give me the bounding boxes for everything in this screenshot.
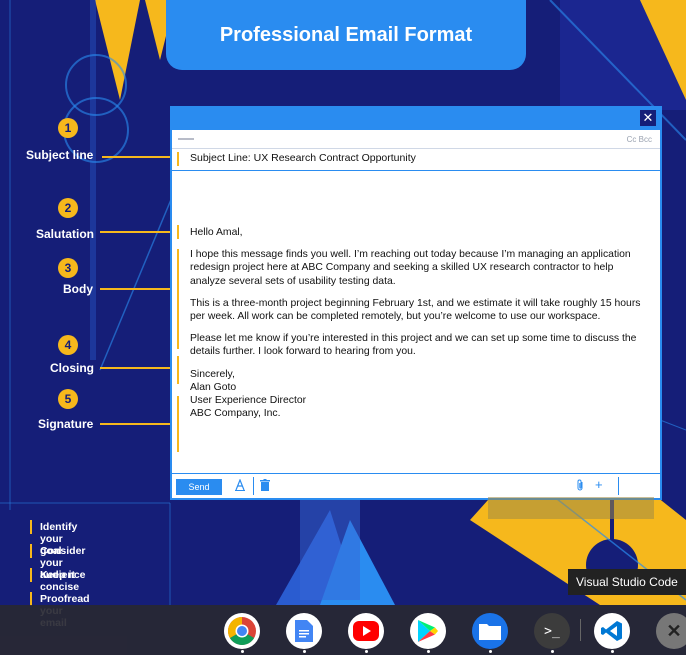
connector-subject bbox=[102, 156, 174, 158]
section-label-body: Body bbox=[63, 282, 93, 296]
signature-line: ABC Company, Inc. bbox=[190, 408, 281, 420]
taskbar: >_ ✕ bbox=[0, 605, 686, 655]
chrome-icon[interactable] bbox=[224, 613, 260, 653]
subject-field[interactable]: Subject Line: UX Research Contract Oppor… bbox=[172, 148, 660, 171]
section-label-signature: Signature bbox=[38, 417, 94, 431]
signature-line: Alan Goto bbox=[190, 381, 237, 393]
attach-icon[interactable] bbox=[575, 479, 585, 495]
toolbar-divider bbox=[618, 477, 619, 495]
app-tooltip: Visual Studio Code bbox=[568, 569, 686, 595]
signature-marker bbox=[177, 396, 179, 452]
play-store-icon[interactable] bbox=[410, 613, 446, 653]
closing-text: Please let me know if you’re interested … bbox=[190, 333, 637, 358]
docs-icon[interactable] bbox=[286, 613, 322, 653]
format-text-icon[interactable] bbox=[234, 478, 246, 494]
signature-block: Sincerely, Alan Goto User Experience Dir… bbox=[190, 368, 645, 421]
connector-signature bbox=[100, 423, 176, 425]
section-number-3: 3 bbox=[58, 258, 78, 278]
section-number-5: 5 bbox=[58, 389, 78, 409]
shelf-divider bbox=[580, 619, 581, 641]
body-marker bbox=[177, 249, 179, 349]
section-number-1: 1 bbox=[58, 118, 78, 138]
recipient-row[interactable]: Cc Bcc bbox=[172, 130, 660, 149]
vscode-icon[interactable] bbox=[594, 613, 630, 653]
email-toolbar: Send + bbox=[172, 473, 660, 498]
delete-icon[interactable] bbox=[260, 479, 270, 494]
body-paragraph-2: This is a three-month project beginning … bbox=[190, 297, 641, 323]
signature-line: User Experience Director bbox=[190, 395, 307, 407]
connector-salutation bbox=[100, 231, 176, 233]
tools-icon[interactable]: ✕ bbox=[656, 613, 686, 649]
subject-text: Subject Line: UX Research Contract Oppor… bbox=[190, 152, 416, 164]
tip-text: Keep it concise bbox=[40, 569, 80, 593]
section-label-closing: Closing bbox=[50, 361, 94, 375]
email-titlebar: ✕ bbox=[172, 108, 660, 130]
body-paragraph-1: I hope this message finds you well. I’m … bbox=[190, 249, 631, 287]
salutation-marker bbox=[177, 225, 179, 239]
recipient-placeholder bbox=[178, 138, 194, 140]
salutation-text: Hello Amal, bbox=[190, 227, 243, 238]
email-window: ✕ Cc Bcc Subject Line: UX Research Contr… bbox=[171, 107, 661, 499]
subject-marker bbox=[177, 152, 179, 166]
closing-marker bbox=[177, 356, 179, 384]
section-label-subject-line: Subject line bbox=[26, 148, 94, 162]
window-shadow bbox=[488, 497, 654, 519]
toolbar-divider bbox=[253, 477, 254, 495]
close-icon[interactable]: ✕ bbox=[640, 110, 656, 126]
add-icon[interactable]: + bbox=[595, 477, 603, 492]
email-body[interactable]: Hello Amal, I hope this message finds yo… bbox=[190, 226, 645, 420]
connector-body bbox=[100, 288, 176, 290]
files-icon[interactable] bbox=[472, 613, 508, 653]
send-button[interactable]: Send bbox=[176, 479, 222, 495]
section-label-salutation: Salutation bbox=[36, 227, 95, 241]
page-title: Professional Email Format bbox=[219, 23, 473, 46]
signature-line: Sincerely, bbox=[190, 368, 235, 380]
cc-bcc-toggle[interactable]: Cc Bcc bbox=[627, 135, 652, 144]
page-title-banner: Professional Email Format bbox=[166, 0, 526, 70]
connector-closing bbox=[100, 367, 176, 369]
section-number-4: 4 bbox=[58, 335, 78, 355]
youtube-icon[interactable] bbox=[348, 613, 384, 653]
terminal-icon[interactable]: >_ bbox=[534, 613, 570, 653]
section-number-2: 2 bbox=[58, 198, 78, 218]
